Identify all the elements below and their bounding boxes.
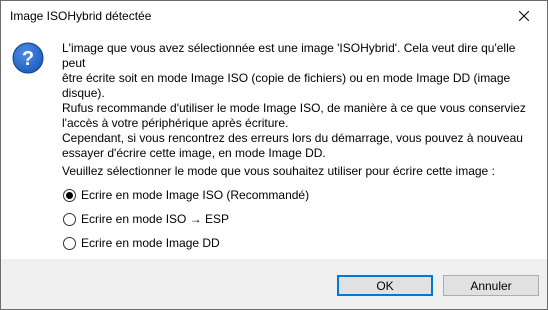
message-line: l'accès à votre périphérique après écrit…	[62, 116, 289, 130]
radio-option-iso[interactable]: Ecrire en mode Image ISO (Recommandé)	[63, 188, 309, 202]
message-line: L'image que vous avez sélectionnée est u…	[62, 41, 516, 70]
radio-button[interactable]	[63, 212, 76, 226]
question-icon: ?	[12, 42, 44, 74]
radio-button[interactable]	[63, 236, 76, 250]
ok-button[interactable]: OK	[337, 275, 433, 296]
radio-option-iso-esp[interactable]: Ecrire en mode ISO → ESP	[63, 212, 229, 226]
message-text: L'image que vous avez sélectionnée est u…	[62, 41, 534, 161]
title-bar: Image ISOHybrid détectée	[1, 1, 547, 31]
message-line: Rufus recommande d'utiliser le mode Imag…	[62, 101, 526, 115]
svg-text:?: ?	[22, 48, 34, 70]
cancel-button[interactable]: Annuler	[443, 275, 539, 296]
message-line: essayer d'écrire cette image, en mode Im…	[62, 146, 326, 160]
message-line: Cependant, si vous rencontrez des erreur…	[62, 131, 523, 145]
radio-label: Ecrire en mode ISO → ESP	[81, 212, 230, 226]
button-bar: OK Annuler	[1, 259, 547, 309]
dialog-window: Image ISOHybrid détectée ? L'image que v…	[0, 0, 548, 310]
message-line: être écrite soit en mode Image ISO (copi…	[62, 71, 511, 85]
mode-prompt: Veuillez sélectionner le mode que vous s…	[62, 164, 495, 178]
radio-option-dd[interactable]: Ecrire en mode Image DD	[63, 236, 220, 250]
close-icon	[519, 11, 529, 21]
radio-label: Ecrire en mode Image ISO (Recommandé)	[81, 188, 310, 202]
dialog-content: ? L'image que vous avez sélectionnée est…	[1, 31, 547, 259]
dialog-title: Image ISOHybrid détectée	[10, 9, 152, 23]
close-button[interactable]	[501, 1, 547, 31]
message-line: disque).	[62, 86, 105, 100]
radio-label: Ecrire en mode Image DD	[81, 236, 220, 250]
radio-button[interactable]	[63, 188, 76, 202]
